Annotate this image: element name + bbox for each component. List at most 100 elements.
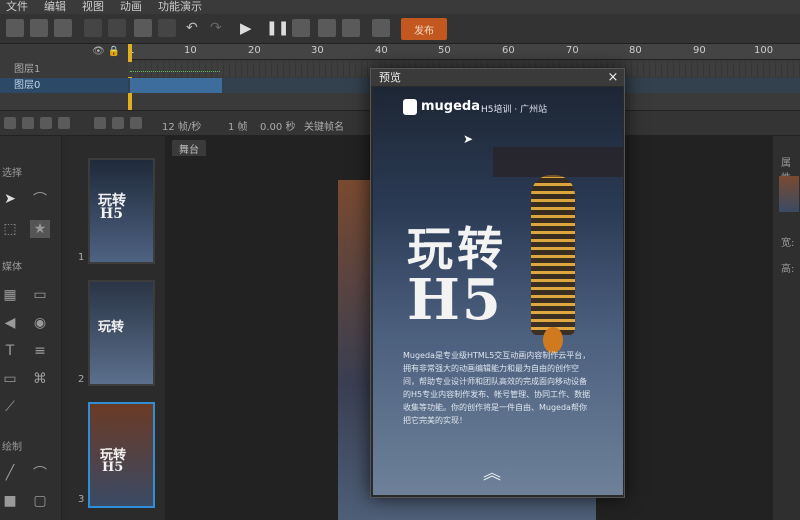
rectangle-icon[interactable]: ■ — [0, 492, 20, 510]
code-icon[interactable]: ⌘ — [30, 370, 50, 388]
menu-edit[interactable]: 编辑 — [38, 0, 76, 14]
pages-panel: 玩转 H5 1 玩转 2 玩转 H5 3 — [68, 136, 166, 520]
page-thumb-3[interactable]: 玩转 H5 — [88, 402, 155, 508]
line-icon[interactable]: ╱ — [0, 464, 20, 482]
pointer-icon[interactable]: ➤ — [0, 190, 20, 208]
paste-icon[interactable] — [134, 19, 152, 37]
chevron-up-icon[interactable]: ︽ — [483, 459, 501, 485]
open-folder-icon[interactable] — [30, 19, 48, 37]
layer-0-span — [130, 78, 222, 93]
slideshow-icon[interactable]: ▭ — [0, 370, 20, 388]
frame-tool-icon[interactable] — [94, 117, 106, 129]
menu-demo[interactable]: 功能演示 — [152, 0, 212, 14]
frame-copy-icon[interactable] — [112, 117, 124, 129]
rounded-rect-icon[interactable]: ▢ — [30, 492, 50, 510]
stage-tab[interactable]: 舞台 — [172, 140, 206, 156]
rooftop-image — [493, 147, 623, 177]
transform-icon[interactable]: ⬚ — [0, 220, 20, 238]
trash-icon[interactable] — [40, 117, 52, 129]
props-height-label: 高: — [781, 264, 795, 275]
export-icon[interactable] — [372, 19, 390, 37]
audio-icon[interactable]: ◀ — [0, 314, 20, 332]
pause-icon[interactable]: ❚❚ — [266, 19, 289, 37]
save-icon[interactable] — [54, 19, 72, 37]
image-icon[interactable]: ▭ — [30, 286, 50, 304]
page-thumb-1[interactable]: 玩转 H5 — [88, 158, 155, 264]
properties-panel: 属性 宽: 高: — [772, 136, 800, 520]
tick-90: 90 — [693, 45, 706, 56]
frame-paste-icon[interactable] — [130, 117, 142, 129]
props-width-label: 宽: — [781, 238, 795, 249]
node-edit-icon[interactable]: ⌒ — [30, 190, 50, 208]
video-icon[interactable]: ◉ — [30, 314, 50, 332]
publish-button[interactable]: 发布 — [401, 18, 447, 40]
tick-50: 50 — [438, 45, 451, 56]
tick-30: 30 — [311, 45, 324, 56]
menu-file[interactable]: 文件 — [0, 0, 38, 14]
layer-options-icon[interactable] — [58, 117, 70, 129]
tick-80: 80 — [629, 45, 642, 56]
chart-icon[interactable]: ⟋ — [0, 398, 20, 416]
props-preview-thumb — [779, 176, 799, 212]
tick-100: 100 — [754, 45, 774, 56]
tick-20: 20 — [248, 45, 261, 56]
headline-h5: H5 — [407, 267, 503, 333]
page-number-2: 2 — [78, 374, 85, 385]
tick-10: 10 — [184, 45, 197, 56]
tick-70: 70 — [566, 45, 579, 56]
layer-row-0[interactable]: 图层0 — [0, 78, 128, 93]
qr-code-icon[interactable] — [342, 19, 360, 37]
tick-40: 40 — [375, 45, 388, 56]
add-layer-icon[interactable] — [4, 117, 16, 129]
thumb-headline-2: H5 — [100, 206, 123, 222]
cut-icon[interactable] — [108, 19, 126, 37]
menu-view[interactable]: 视图 — [76, 0, 114, 14]
preview-poster[interactable]: mugeda H5培训 · 广州站 玩转 H5 Mugeda是专业级HTML5交… — [373, 87, 623, 495]
brand-subtitle: H5培训 · 广州站 — [481, 105, 548, 115]
eye-lock-icons: 👁 🔒 — [92, 46, 121, 57]
frame-readout: 1 帧 — [228, 122, 248, 133]
time-readout: 0.00 秒 — [260, 122, 296, 133]
keyframe-name-label: 关键帧名 — [304, 122, 344, 133]
tools-panel: 选择 ➤ ⌒ ⬚ ★ 媒体 ▦ ▭ ◀ ◉ T ≡ ▭ ⌘ ⟋ 绘制 ╱ ⌒ ■… — [0, 136, 62, 520]
mouse-cursor-icon: ➤ — [463, 132, 474, 146]
group-icon[interactable]: ★ — [30, 220, 50, 238]
tick-60: 60 — [502, 45, 515, 56]
copy-icon[interactable] — [84, 19, 102, 37]
section-draw: 绘制 — [2, 442, 22, 453]
mugeda-logo-icon — [403, 99, 417, 115]
close-icon[interactable]: × — [606, 69, 620, 86]
layer-1-keyframes — [130, 66, 220, 72]
brand-name: mugeda — [421, 99, 481, 114]
playhead[interactable] — [128, 44, 132, 110]
fps-readout: 12 帧/秒 — [162, 122, 202, 133]
toolbar: ↶ ↷ ▶ ❚❚ 发布 — [0, 14, 800, 44]
paragraph-icon[interactable]: ≡ — [30, 342, 50, 360]
poster-body-text: Mugeda是专业级HTML5交互动画内容制作云平台，拥有非常强大的动画编辑能力… — [403, 351, 591, 425]
section-select: 选择 — [2, 168, 22, 179]
curve-icon[interactable]: ⌒ — [30, 464, 50, 482]
layer-row-1[interactable]: 图层1 — [0, 62, 128, 77]
thumb-headline: 玩转 — [98, 320, 125, 335]
preview-icon[interactable] — [318, 19, 336, 37]
text-icon[interactable]: T — [0, 342, 20, 360]
menu-animation[interactable]: 动画 — [114, 0, 152, 14]
menu-bar: 文件 编辑 视图 动画 功能演示 — [0, 0, 800, 14]
delete-icon[interactable] — [158, 19, 176, 37]
add-folder-icon[interactable] — [22, 117, 34, 129]
page-number-1: 1 — [78, 252, 85, 263]
page-number-3: 3 — [78, 494, 85, 505]
preview-title: 预览 — [371, 69, 624, 86]
section-media: 媒体 — [2, 262, 22, 273]
play-icon[interactable]: ▶ — [240, 19, 258, 37]
thumb-headline-2: H5 — [102, 460, 124, 475]
grid-icon[interactable]: ▦ — [0, 286, 20, 304]
redo-icon[interactable]: ↷ — [210, 19, 228, 37]
lantern-tower-image — [531, 175, 575, 335]
new-file-icon[interactable] — [6, 19, 24, 37]
stop-icon[interactable] — [292, 19, 310, 37]
preview-dialog: 预览 × mugeda H5培训 · 广州站 玩转 H5 Mugeda是专业级H… — [370, 68, 625, 498]
timeline-ruler[interactable]: 1 10 20 30 40 50 60 70 80 90 100 — [128, 44, 800, 60]
page-thumb-2[interactable]: 玩转 — [88, 280, 155, 386]
undo-icon[interactable]: ↶ — [186, 19, 204, 37]
